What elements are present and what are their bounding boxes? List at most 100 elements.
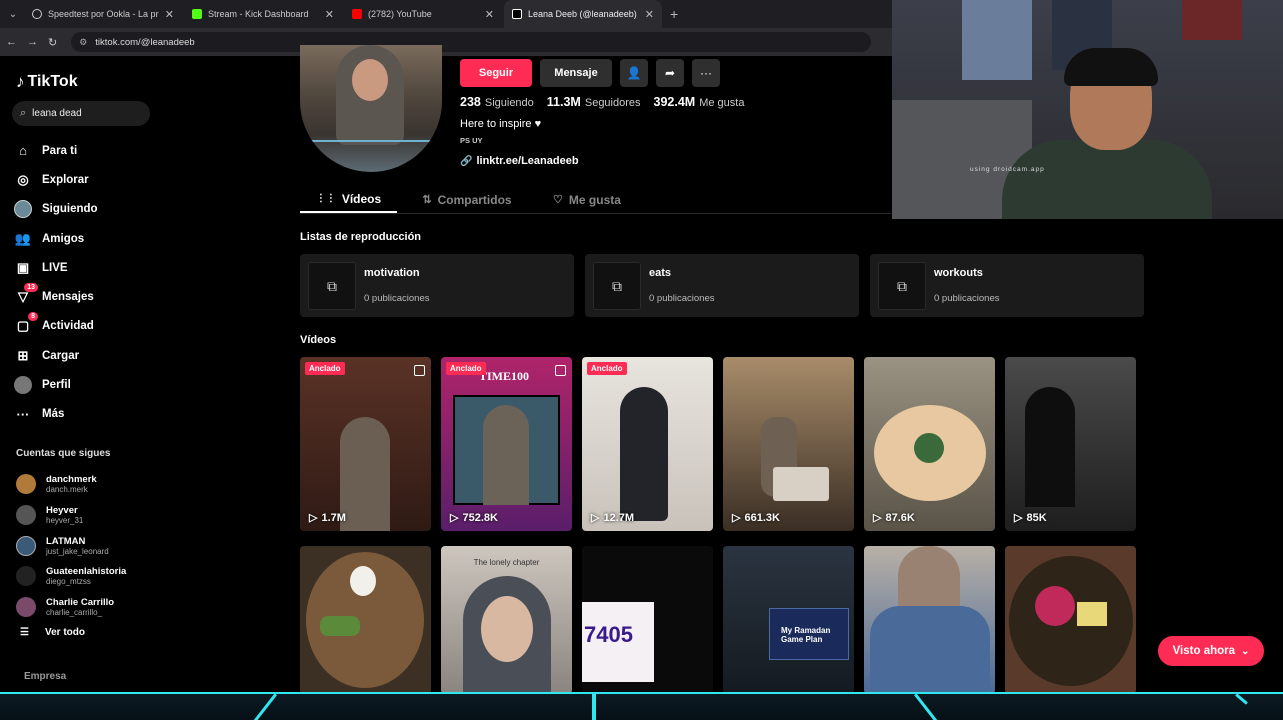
close-tab-icon[interactable]: ✕ [165,8,174,21]
playlist-card[interactable]: ⧉ motivation 0 publicaciones [300,254,574,317]
following-section-title: Cuentas que sigues [16,448,111,459]
compass-icon: ◎ [17,171,29,187]
video-thumbnail[interactable]: 7405 [582,546,713,694]
following-account[interactable]: danchmerk danch.merk [16,469,126,500]
more-icon: ··· [16,406,30,422]
video-thumbnail[interactable] [864,546,995,694]
videos-title: Vídeos [300,334,337,346]
sidebar-item-perfil[interactable]: Perfil [14,370,98,399]
sidebar-item-explorar[interactable]: ◎ Explorar [14,165,98,194]
stat-label: Me gusta [699,97,745,109]
sidebar-item-live[interactable]: ▣ LIVE [14,253,98,282]
video-thumbnail[interactable]: Anclado ▷ 12.7M [582,357,713,531]
url-text: tiktok.com/@leanadeeb [95,36,195,48]
following-list: danchmerk danch.merk Heyver heyver_31 LATM… [16,469,126,622]
sidebar: ♪ TikTok ⌕ leana dead ⌂ Para ti ◎ Explor… [0,56,200,696]
live-icon: ▣ [16,259,30,275]
address-bar[interactable]: ⚙ tiktok.com/@leanadeeb [71,32,872,52]
close-tab-icon[interactable]: ✕ [645,8,654,21]
sidebar-item-para-ti[interactable]: ⌂ Para ti [14,136,98,165]
account-name: LATMAN [46,535,86,547]
play-icon: ▷ [591,512,600,524]
following-account[interactable]: Guateenlahistoria diego_mtzss [16,561,126,592]
stat-following[interactable]: 238 Siguiendo [460,95,534,109]
forward-icon[interactable]: → [27,36,38,48]
browser-tab-bar: ⌄ Speedtest por Ookla - La prueb ✕ Strea… [0,0,892,28]
video-thumbnail[interactable]: ▷ 661.3K [723,357,854,531]
sidebar-item-mensajes[interactable]: ▽ 13 Mensajes [14,282,98,311]
browser-tab-kick[interactable]: Stream - Kick Dashboard ✕ [184,0,342,28]
playlist-card[interactable]: ⧉ workouts 0 publicaciones [870,254,1144,317]
video-thumbnail[interactable]: TIME100 Anclado ▷ 752.8K [441,357,572,531]
sidebar-item-siguiendo[interactable]: Siguiendo [14,195,98,224]
profile-link[interactable]: 🔗 linktr.ee/Leanadeeb [460,155,579,167]
sidebar-item-actividad[interactable]: ▢ 8 Actividad [14,312,98,341]
view-count-text: 752.8K [462,511,498,524]
playlist-card[interactable]: ⧉ eats 0 publicaciones [585,254,859,317]
back-icon[interactable]: ← [6,36,17,48]
following-account[interactable]: LATMAN just_jake_leonard [16,530,126,561]
avatar [16,566,36,587]
tiktok-logo[interactable]: ♪ TikTok [16,72,78,92]
sidebar-item-mas[interactable]: ··· Más [14,400,98,429]
close-tab-icon[interactable]: ✕ [485,8,494,21]
browser-tab-youtube[interactable]: (2782) YouTube ✕ [344,0,502,28]
following-account[interactable]: Heyver heyver_31 [16,500,126,531]
video-thumbnail[interactable]: ▷ 85K [1005,357,1136,531]
video-thumbnail[interactable]: Anclado ▷ 1.7M [300,357,431,531]
sidebar-item-label: Amigos [42,232,85,245]
footer-link-empresa[interactable]: Empresa [24,671,66,682]
account-name: Guateenlahistoria [46,566,127,578]
link-icon: 🔗 [460,155,473,167]
avatar [16,474,36,495]
close-tab-icon[interactable]: ✕ [325,8,334,21]
stat-followers[interactable]: 11.3M Seguidores [547,95,641,109]
following-avatar-icon [14,200,32,219]
search-input[interactable]: ⌕ leana dead [12,101,150,126]
tab-label: Compartidos [437,192,512,207]
browser-tab-speedtest[interactable]: Speedtest por Ookla - La prueb ✕ [24,0,182,28]
view-count: ▷ 12.7M [591,511,634,525]
browser-tab-tiktok[interactable]: Leana Deeb (@leanadeeb) | Tik ✕ [504,0,662,28]
follow-button[interactable]: Seguir [460,59,532,87]
playlist-icon: ⧉ [308,262,356,310]
tiktok-note-icon: ♪ [16,72,25,91]
video-thumbnail[interactable]: ▷ 87.6K [864,357,995,531]
suggested-accounts-icon[interactable]: 👤 [620,59,648,87]
sidebar-nav: ⌂ Para ti ◎ Explorar Siguiendo 👥 Amigos … [14,136,98,429]
sidebar-item-label: LIVE [42,261,68,274]
view-count: ▷ 87.6K [873,511,915,525]
stream-overlay-bar [0,692,1283,720]
video-thumbnail[interactable]: The lonely chapter [441,546,572,694]
site-info-icon[interactable]: ⚙ [79,37,87,48]
search-value: leana dead [32,108,82,119]
sidebar-item-cargar[interactable]: ⊞ Cargar [14,341,98,370]
tab-videos[interactable]: ⋮⋮ Vídeos [300,186,397,213]
following-account[interactable]: Charlie Carrillo charlie_carrillo_ [16,592,126,623]
tab-me-gusta[interactable]: ♡ Me gusta [537,186,637,213]
video-thumbnail[interactable]: My Ramadan Game Plan [723,546,854,694]
webcam-watermark: using droidcam.app [970,166,1045,173]
sidebar-item-label: Actividad [42,320,94,333]
tiktok-favicon-icon [512,9,522,19]
reload-icon[interactable]: ↻ [48,36,57,49]
video-caption: The lonely chapter [473,558,540,567]
recently-watched-button[interactable]: Visto ahora ⌄ [1158,636,1264,666]
sidebar-item-amigos[interactable]: 👥 Amigos [14,224,98,253]
video-thumbnail[interactable] [300,546,431,694]
logo-text: TikTok [27,73,78,90]
youtube-favicon-icon [352,9,362,19]
share-icon[interactable]: ➦ [656,59,684,87]
see-all-button[interactable]: ☰ Ver todo [20,627,85,638]
tab-compartidos[interactable]: ⇅ Compartidos [397,186,537,213]
messages-icon: ▽ 13 [14,283,38,306]
tab-title: (2782) YouTube [368,9,432,19]
video-thumbnail[interactable] [1005,546,1136,694]
tab-search-icon[interactable]: ⌄ [4,5,22,23]
message-button[interactable]: Mensaje [540,59,612,87]
sidebar-item-label: Mensajes [42,291,94,304]
more-options-icon[interactable]: ··· [692,59,720,87]
new-tab-icon[interactable]: + [670,6,678,22]
account-username: charlie_carrillo_ [46,608,103,618]
play-icon: ▷ [1014,512,1023,524]
